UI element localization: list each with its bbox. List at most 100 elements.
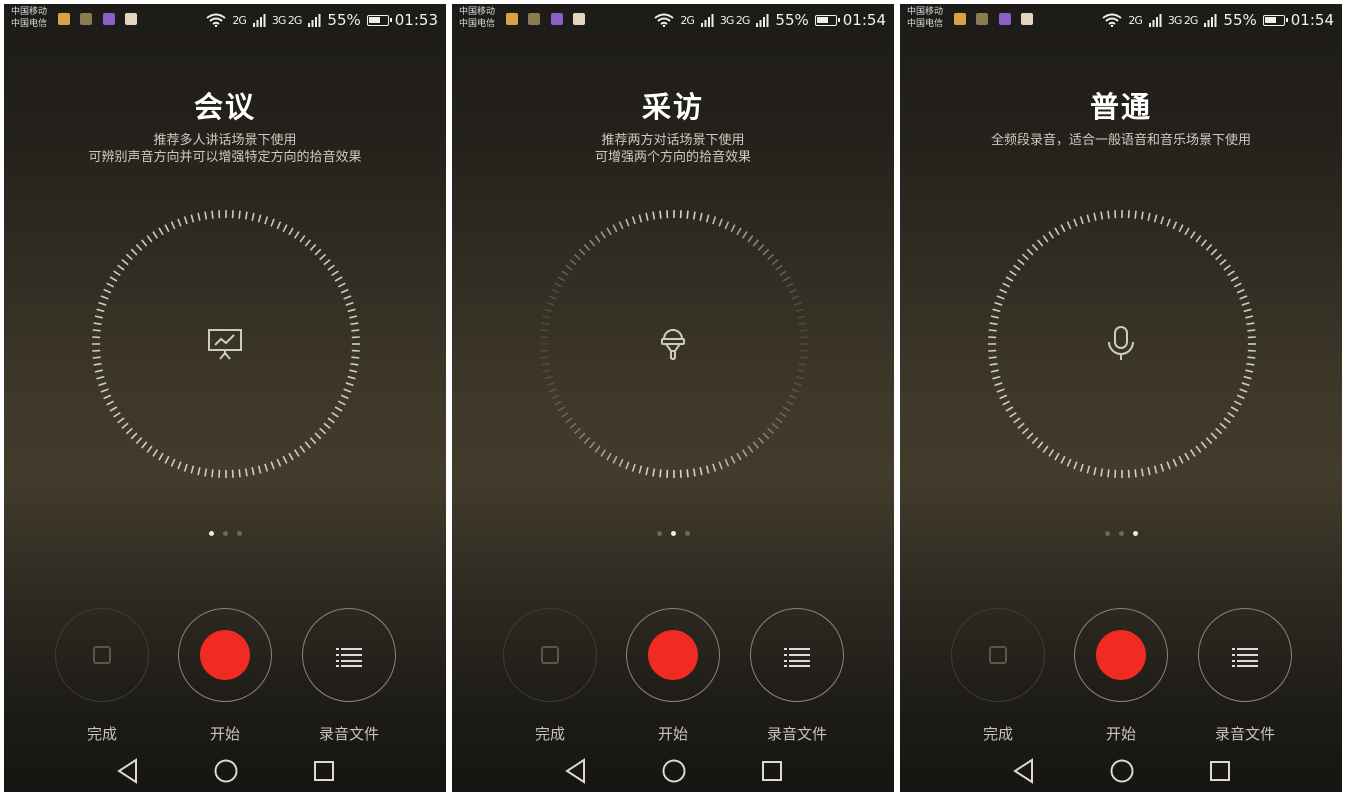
dial-tick (1189, 231, 1196, 239)
dial-tick (1195, 235, 1202, 243)
dial-tick (1026, 432, 1034, 440)
dial-tick (1200, 239, 1207, 247)
dial-tick (565, 264, 573, 271)
dial-tick (1205, 437, 1213, 445)
dial-tick (1239, 295, 1248, 300)
home-icon[interactable] (661, 758, 687, 784)
dial-tick (282, 455, 288, 464)
dial-tick (1210, 432, 1218, 440)
finish-button[interactable] (951, 608, 1045, 702)
home-icon[interactable] (1109, 758, 1135, 784)
page-dot-active[interactable] (1132, 531, 1138, 536)
start-record-button[interactable] (1074, 608, 1168, 702)
dial-tick (130, 432, 138, 440)
dial-tick (288, 452, 294, 461)
record-dot-icon (1096, 630, 1146, 680)
dial-tick (350, 322, 359, 326)
start-record-button[interactable] (626, 608, 720, 702)
recording-files-button[interactable] (302, 608, 396, 702)
recording-files-button[interactable] (1198, 608, 1292, 702)
home-icon[interactable] (213, 758, 239, 784)
page-dot[interactable] (1118, 531, 1124, 536)
dial-tick (767, 427, 775, 435)
clock: 01:54 (1290, 11, 1334, 29)
page-dot[interactable] (222, 531, 228, 536)
files-label: 录音文件 (766, 725, 827, 743)
dial-tick (544, 308, 553, 313)
battery-percent: 55% (327, 11, 361, 29)
dial-tick (1172, 458, 1178, 467)
dial-tick (638, 465, 643, 474)
dial-tick (561, 270, 569, 277)
dial-tick (204, 468, 208, 477)
app-notification-icon (551, 13, 563, 25)
back-icon[interactable] (1012, 758, 1036, 784)
recent-apps-icon[interactable] (1208, 758, 1232, 784)
dial-tick (594, 445, 601, 453)
dial-tick (1060, 224, 1066, 233)
dial-tick (164, 455, 170, 464)
dial-tick (752, 239, 759, 247)
dial-tick (569, 422, 577, 429)
dial-tick (752, 441, 759, 449)
mode-title: 采访 (641, 90, 704, 124)
dial-tick (327, 264, 335, 271)
mode-description: 推荐两方对话场景下使用 可增强两个方向的拾音效果 (452, 132, 894, 166)
dial-tick (994, 301, 1003, 306)
dial-tick (692, 468, 696, 477)
dial-tick (589, 441, 596, 449)
signal-bars-icon (1204, 14, 1217, 27)
dial-tick (578, 248, 586, 256)
page-dot[interactable] (236, 531, 242, 536)
finish-button[interactable] (55, 608, 149, 702)
dial-tick (557, 276, 566, 282)
dial-tick (1021, 427, 1029, 435)
back-icon[interactable] (116, 758, 140, 784)
navigation-bar (4, 756, 446, 788)
record-dot-icon (200, 630, 250, 680)
dial-tick (117, 264, 125, 271)
mode-description: 推荐多人讲话场景下使用 可辨别声音方向并可以增强特定方向的拾音效果 (4, 132, 446, 166)
recorder-screen-interview: 中国移动 中国电信 2G 3G 2G 55% 01:54 采访 推荐两方对话场景… (452, 4, 894, 792)
dial-tick (730, 455, 736, 464)
dial-tick (314, 248, 322, 256)
dial-tick (257, 465, 262, 474)
page-dot[interactable] (656, 531, 662, 536)
dial-tick (799, 356, 808, 359)
dial-tick (542, 315, 551, 319)
dial-tick (583, 243, 591, 251)
recording-files-button[interactable] (750, 608, 844, 702)
dial-tick (1247, 356, 1256, 359)
start-record-button[interactable] (178, 608, 272, 702)
dial-tick (323, 259, 331, 266)
page-dot-active[interactable] (670, 531, 676, 536)
dial-tick (618, 458, 624, 467)
finish-button[interactable] (503, 608, 597, 702)
dial-tick (1013, 264, 1021, 271)
dial-tick (109, 406, 118, 412)
mode-description-line: 推荐两方对话场景下使用 (601, 133, 745, 148)
recent-apps-icon[interactable] (760, 758, 784, 784)
recent-apps-icon[interactable] (312, 758, 336, 784)
page-dot[interactable] (1104, 531, 1110, 536)
dial-tick (98, 382, 107, 387)
app-notification-icon (976, 13, 988, 25)
page-dot[interactable] (684, 531, 690, 536)
back-icon[interactable] (564, 758, 588, 784)
dial-tick (988, 356, 997, 359)
page-dot-active[interactable] (208, 531, 214, 536)
dial-tick (337, 282, 346, 288)
dial-tick (554, 400, 563, 406)
dial-tick (244, 211, 248, 220)
dial-tick (1227, 270, 1235, 277)
dial-tick (1017, 422, 1025, 429)
dial-tick (1246, 322, 1255, 326)
dial-tick (125, 253, 133, 261)
dial-tick (314, 432, 322, 440)
app-notification-icon (506, 13, 518, 25)
page-indicator (452, 531, 894, 536)
dial-tick (659, 210, 662, 219)
signal-bars-icon (308, 14, 321, 27)
dial-tick (1241, 301, 1250, 306)
dial-tick (551, 394, 560, 400)
